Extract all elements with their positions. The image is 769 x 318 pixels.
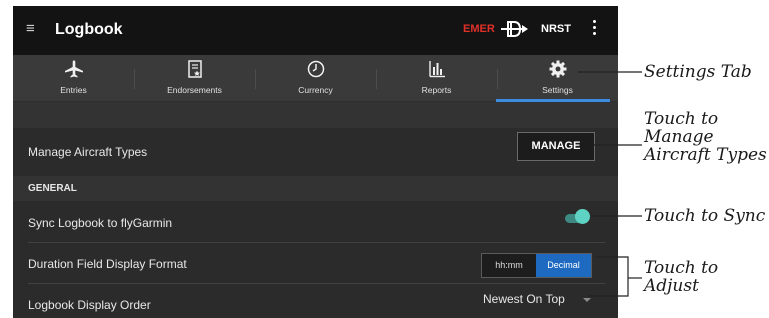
callout-adjust-line-2: Adjust xyxy=(644,276,699,296)
callout-sync: Touch to Sync xyxy=(644,206,766,226)
callout-manage-line-1: Touch to xyxy=(644,109,719,129)
callout-manage-line-3: Aircraft Types xyxy=(644,145,767,165)
callout-adjust-line-1: Touch to xyxy=(644,258,719,278)
callout-manage-line-2: Manage xyxy=(644,127,714,147)
callout-settings-tab: Settings Tab xyxy=(644,62,752,82)
